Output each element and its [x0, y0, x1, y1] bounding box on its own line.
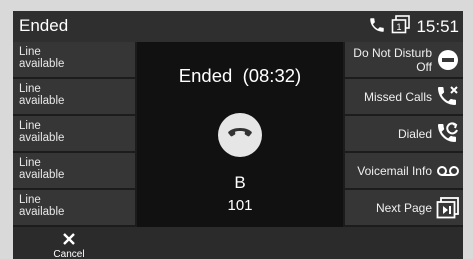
hangup-icon	[227, 126, 253, 145]
phone-screen: Ended 1 15:51 Line available Line availa…	[13, 11, 463, 259]
voicemail-info-button[interactable]: Voicemail Info	[345, 153, 463, 188]
screen-title: Ended	[19, 16, 69, 35]
voicemail-icon	[436, 159, 460, 183]
hangup-button[interactable]	[218, 113, 262, 157]
line-key-4[interactable]: Line available	[13, 153, 135, 188]
line-number: 1	[397, 22, 402, 32]
dialed-label: Dialed	[397, 126, 432, 141]
clock: 15:51	[416, 17, 459, 36]
status-bar: Ended 1 15:51	[13, 11, 463, 42]
line-key-2[interactable]: Line available	[13, 79, 135, 114]
missed-call-icon	[436, 85, 460, 109]
dnd-label-line1: Do Not Disturb	[353, 45, 432, 60]
call-status: Ended (08:32)	[178, 65, 302, 86]
dialed-call-icon	[436, 121, 460, 146]
next-page-button[interactable]: Next Page	[345, 190, 463, 225]
line-key-5[interactable]: Line available	[13, 190, 135, 225]
dnd-icon	[436, 48, 460, 72]
status-indicators: 1 15:51	[368, 15, 459, 39]
missed-calls-label: Missed Calls	[363, 89, 432, 104]
close-icon	[63, 232, 75, 250]
cancel-button[interactable]: Cancel	[43, 227, 95, 259]
line-key-1[interactable]: Line available	[13, 42, 135, 77]
next-page-label: Next Page	[375, 200, 432, 215]
bottom-softkey-bar: Cancel	[13, 227, 463, 259]
caller-name: B	[234, 173, 246, 192]
line-keys: Line available Line available Line avail…	[13, 42, 135, 227]
line-one-icon: 1	[391, 15, 411, 39]
dnd-label: Do Not Disturb Off	[353, 46, 432, 74]
phone-icon	[368, 16, 386, 39]
missed-calls-button[interactable]: Missed Calls	[345, 79, 463, 114]
do-not-disturb-button[interactable]: Do Not Disturb Off	[345, 42, 463, 77]
voicemail-label: Voicemail Info	[357, 163, 432, 178]
softkeys: Do Not Disturb Off Missed Calls Dialed V…	[345, 42, 463, 227]
cancel-label: Cancel	[53, 249, 85, 259]
next-page-icon	[436, 196, 460, 220]
dialed-button[interactable]: Dialed	[345, 116, 463, 151]
call-panel: Ended (08:32) B 101	[137, 42, 343, 227]
caller-number: 101	[227, 197, 253, 214]
line-key-3[interactable]: Line available	[13, 116, 135, 151]
dnd-label-line2: Off	[416, 59, 432, 74]
